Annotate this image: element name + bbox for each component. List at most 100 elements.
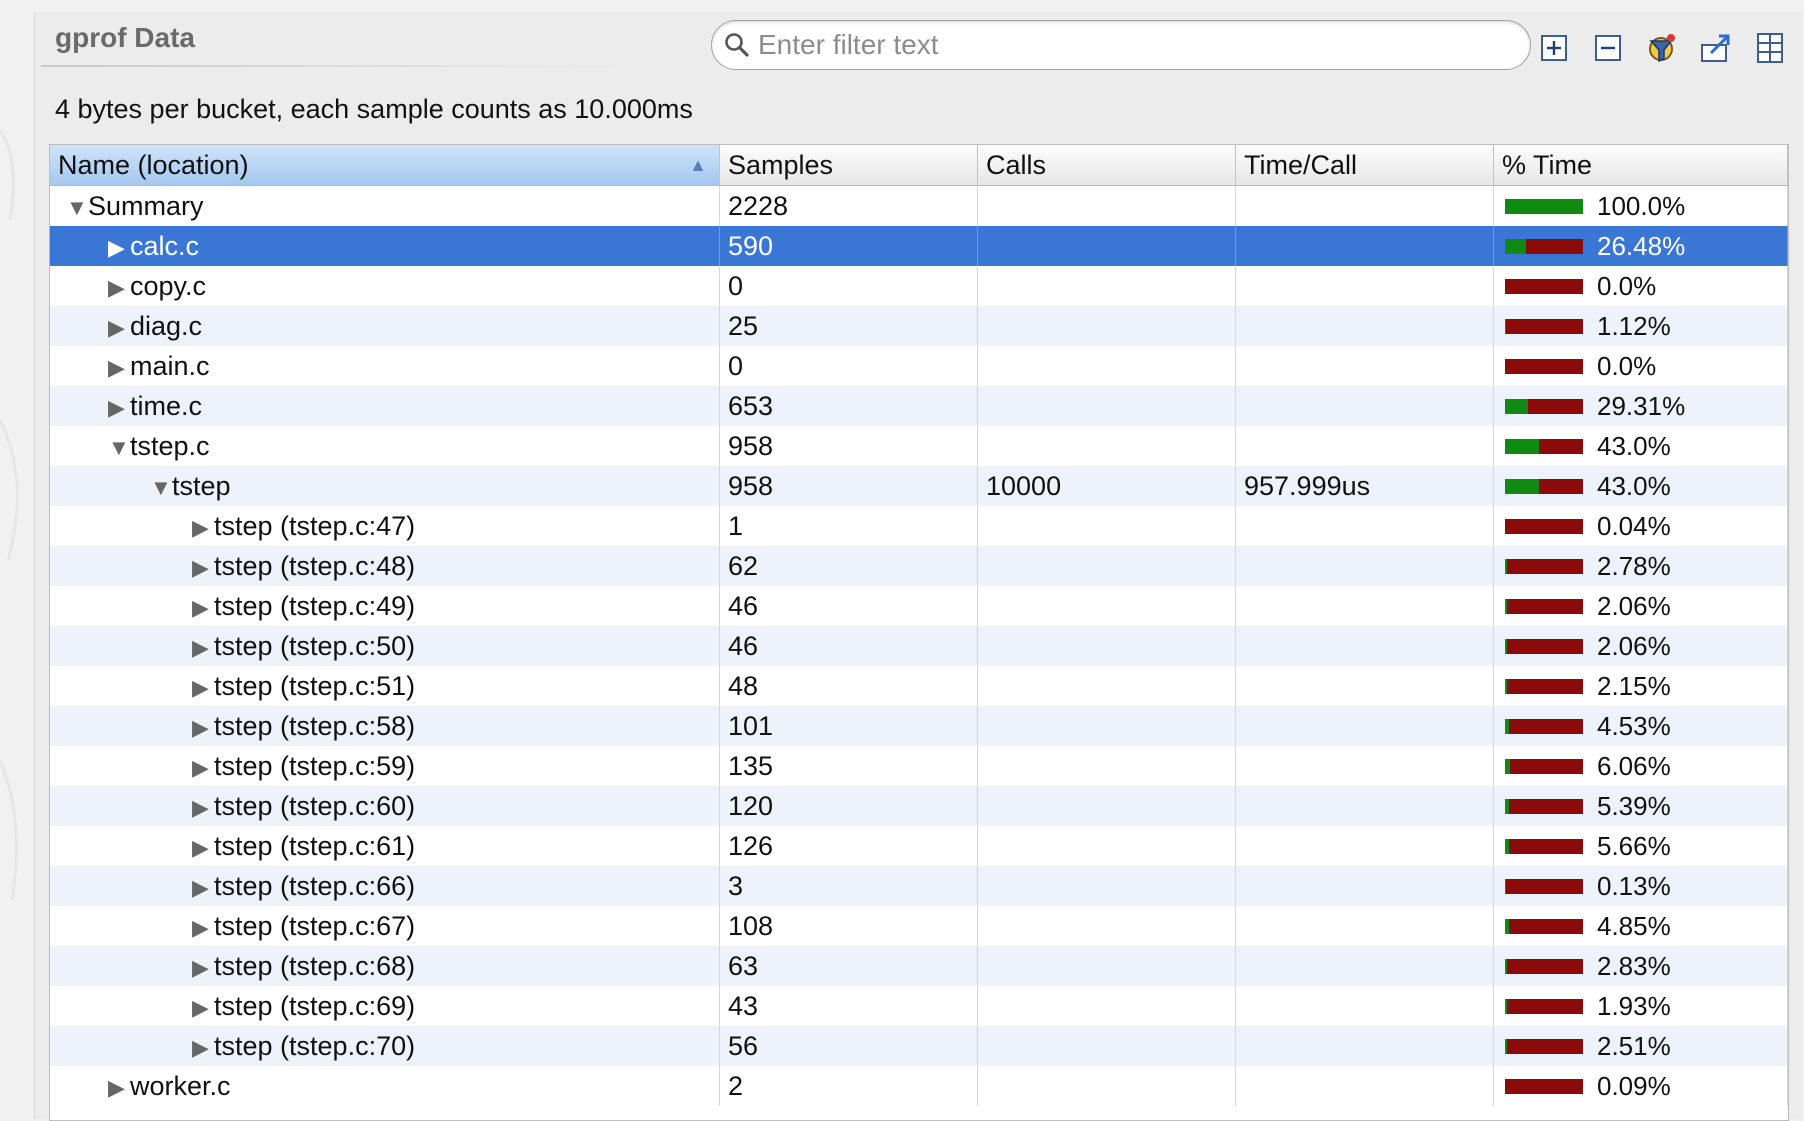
disclosure-expanded-icon[interactable]: ▼ [150, 468, 172, 506]
percent-time-cell: 2.15% [1494, 666, 1788, 706]
name-cell: ▶ worker.c [50, 1066, 720, 1106]
percent-time-cell: 2.83% [1494, 946, 1788, 986]
calls-cell [978, 586, 1236, 626]
table-row[interactable]: ▶ tstep (tstep.c:51) 48 2.15% [50, 666, 1788, 706]
disclosure-collapsed-icon[interactable]: ▶ [192, 988, 214, 1026]
table-row[interactable]: ▼Summary 2228 100.0% [50, 186, 1788, 226]
row-name: tstep (tstep.c:66) [214, 871, 416, 901]
table-row[interactable]: ▶ worker.c 2 0.09% [50, 1066, 1788, 1106]
calls-cell [978, 226, 1236, 266]
name-cell: ▶ tstep (tstep.c:59) [50, 746, 720, 786]
percent-time-cell: 100.0% [1494, 186, 1788, 226]
percent-time-cell: 26.48% [1494, 226, 1788, 266]
disclosure-collapsed-icon[interactable]: ▶ [192, 548, 214, 586]
filter-input[interactable] [756, 28, 1500, 62]
disclosure-collapsed-icon[interactable]: ▶ [192, 668, 214, 706]
disclosure-collapsed-icon[interactable]: ▶ [192, 828, 214, 866]
column-header-time-per-call[interactable]: Time/Call [1236, 145, 1494, 185]
row-name: Summary [88, 191, 204, 221]
column-header-percent-time[interactable]: % Time [1494, 145, 1788, 185]
table-row[interactable]: ▶ tstep (tstep.c:66) 3 0.13% [50, 866, 1788, 906]
row-name: tstep.c [130, 431, 210, 461]
time-per-call-cell [1236, 626, 1494, 666]
table-row[interactable]: ▶ tstep (tstep.c:67) 108 4.85% [50, 906, 1788, 946]
disclosure-collapsed-icon[interactable]: ▶ [108, 388, 130, 426]
disclosure-collapsed-icon[interactable]: ▶ [192, 708, 214, 746]
samples-cell: 653 [720, 386, 978, 426]
table-row[interactable]: ▶ time.c 653 29.31% [50, 386, 1788, 426]
disclosure-collapsed-icon[interactable]: ▶ [192, 868, 214, 906]
disclosure-collapsed-icon[interactable]: ▶ [192, 588, 214, 626]
samples-cell: 0 [720, 346, 978, 386]
table-row[interactable]: ▶ calc.c 590 26.48% [50, 226, 1788, 266]
collapse-all-icon [1595, 35, 1621, 61]
filter-settings-button[interactable] [1643, 29, 1681, 67]
disclosure-collapsed-icon[interactable]: ▶ [108, 348, 130, 386]
disclosure-collapsed-icon[interactable]: ▶ [192, 1028, 214, 1066]
disclosure-collapsed-icon[interactable]: ▶ [108, 228, 130, 266]
percent-time-bar [1505, 958, 1583, 974]
column-header-name[interactable]: Name (location) ▲ [50, 145, 720, 185]
table-row[interactable]: ▶ tstep (tstep.c:49) 46 2.06% [50, 586, 1788, 626]
expand-all-button[interactable] [1535, 29, 1573, 67]
name-cell: ▶ tstep (tstep.c:67) [50, 906, 720, 946]
percent-time-bar [1505, 1078, 1583, 1094]
disclosure-collapsed-icon[interactable]: ▶ [192, 908, 214, 946]
table-row[interactable]: ▶ tstep (tstep.c:59) 135 6.06% [50, 746, 1788, 786]
time-per-call-cell [1236, 986, 1494, 1026]
disclosure-expanded-icon[interactable]: ▼ [108, 428, 130, 466]
percent-time-cell: 0.04% [1494, 506, 1788, 546]
row-name: tstep (tstep.c:51) [214, 671, 416, 701]
table-row[interactable]: ▶ tstep (tstep.c:70) 56 2.51% [50, 1026, 1788, 1066]
table-row[interactable]: ▼tstep.c 958 43.0% [50, 426, 1788, 466]
table-row[interactable]: ▶ tstep (tstep.c:69) 43 1.93% [50, 986, 1788, 1026]
column-header-samples[interactable]: Samples [720, 145, 978, 185]
filter-box[interactable] [711, 20, 1531, 70]
row-name: tstep (tstep.c:70) [214, 1031, 416, 1061]
collapse-all-button[interactable] [1589, 29, 1627, 67]
name-cell: ▶ tstep (tstep.c:47) [50, 506, 720, 546]
disclosure-collapsed-icon[interactable]: ▶ [108, 308, 130, 346]
percent-time-value: 43.0% [1597, 431, 1671, 461]
columns-button[interactable] [1751, 29, 1789, 67]
percent-time-value: 0.0% [1597, 351, 1657, 381]
disclosure-collapsed-icon[interactable]: ▶ [192, 628, 214, 666]
percent-time-cell: 0.09% [1494, 1066, 1788, 1106]
table-row[interactable]: ▶ tstep (tstep.c:47) 1 0.04% [50, 506, 1788, 546]
percent-time-cell: 6.06% [1494, 746, 1788, 786]
export-button[interactable] [1697, 29, 1735, 67]
samples-cell: 1 [720, 506, 978, 546]
row-name: main.c [130, 351, 210, 381]
samples-cell: 108 [720, 906, 978, 946]
table-row[interactable]: ▶ diag.c 25 1.12% [50, 306, 1788, 346]
table-row[interactable]: ▶ tstep (tstep.c:60) 120 5.39% [50, 786, 1788, 826]
name-cell: ▶ tstep (tstep.c:51) [50, 666, 720, 706]
name-cell: ▶ tstep (tstep.c:68) [50, 946, 720, 986]
table-row[interactable]: ▼tstep 958 10000 957.999us 43.0% [50, 466, 1788, 506]
calls-cell [978, 826, 1236, 866]
percent-time-value: 2.78% [1597, 551, 1671, 581]
disclosure-collapsed-icon[interactable]: ▶ [108, 1068, 130, 1106]
name-cell: ▶ tstep (tstep.c:66) [50, 866, 720, 906]
percent-time-bar [1505, 278, 1583, 294]
table-row[interactable]: ▶ copy.c 0 0.0% [50, 266, 1788, 306]
percent-time-bar [1505, 598, 1583, 614]
disclosure-collapsed-icon[interactable]: ▶ [192, 948, 214, 986]
disclosure-expanded-icon[interactable]: ▼ [66, 188, 88, 226]
table-row[interactable]: ▶ tstep (tstep.c:50) 46 2.06% [50, 626, 1788, 666]
row-name: tstep (tstep.c:49) [214, 591, 416, 621]
column-header-calls[interactable]: Calls [978, 145, 1236, 185]
table-row[interactable]: ▶ main.c 0 0.0% [50, 346, 1788, 386]
name-cell: ▶ copy.c [50, 266, 720, 306]
percent-time-value: 2.83% [1597, 951, 1671, 981]
disclosure-collapsed-icon[interactable]: ▶ [192, 748, 214, 786]
samples-cell: 63 [720, 946, 978, 986]
table-row[interactable]: ▶ tstep (tstep.c:68) 63 2.83% [50, 946, 1788, 986]
table-row[interactable]: ▶ tstep (tstep.c:58) 101 4.53% [50, 706, 1788, 746]
disclosure-collapsed-icon[interactable]: ▶ [192, 788, 214, 826]
table-row[interactable]: ▶ tstep (tstep.c:61) 126 5.66% [50, 826, 1788, 866]
disclosure-collapsed-icon[interactable]: ▶ [108, 268, 130, 306]
disclosure-collapsed-icon[interactable]: ▶ [192, 508, 214, 546]
calls-cell [978, 306, 1236, 346]
table-row[interactable]: ▶ tstep (tstep.c:48) 62 2.78% [50, 546, 1788, 586]
